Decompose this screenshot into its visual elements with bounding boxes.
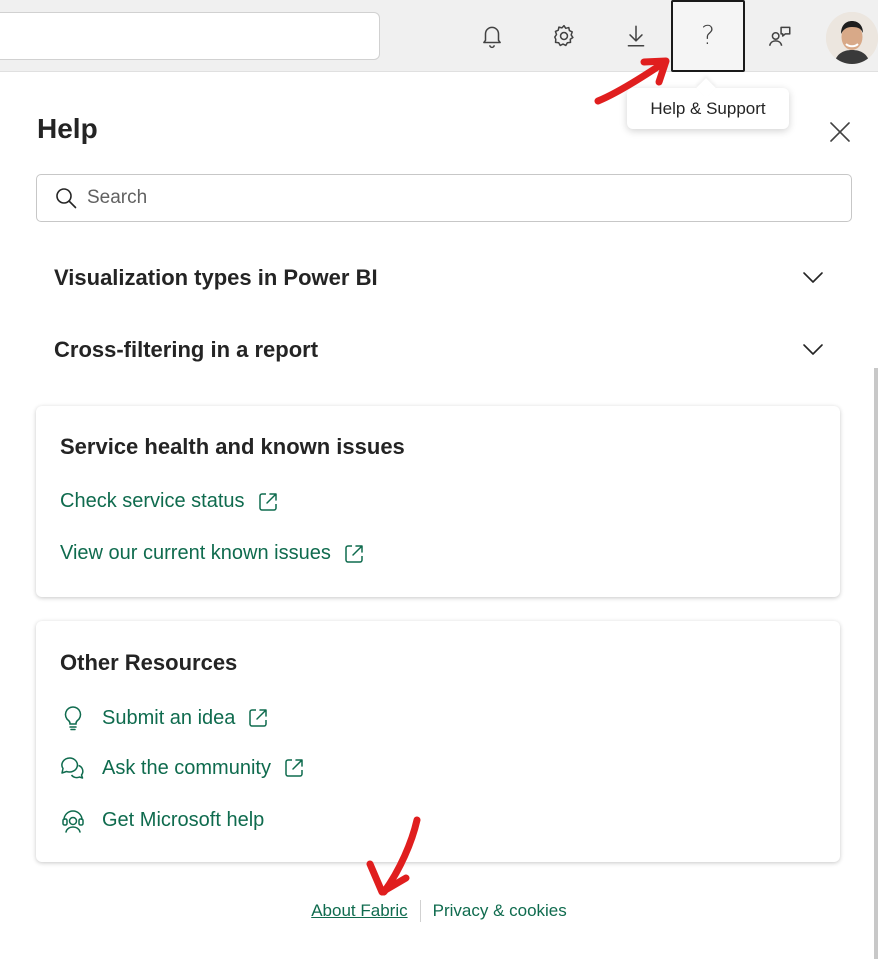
help-search-box[interactable] bbox=[36, 174, 852, 222]
top-bar: ? bbox=[0, 0, 878, 72]
accordion-label: Visualization types in Power BI bbox=[54, 265, 378, 290]
card-title: Other Resources bbox=[60, 650, 238, 675]
help-search-input[interactable] bbox=[87, 187, 787, 209]
service-health-card: Service health and known issues Check se… bbox=[36, 406, 840, 597]
panel-footer: About Fabric Privacy & cookies bbox=[0, 900, 878, 922]
link-label: Submit an idea bbox=[102, 706, 236, 729]
check-service-status-link[interactable]: Check service status bbox=[60, 490, 279, 513]
bell-icon bbox=[483, 26, 501, 49]
panel-scrollbar[interactable] bbox=[874, 368, 878, 959]
link-label: View our current known issues bbox=[60, 542, 331, 564]
share-feedback-icon bbox=[768, 26, 791, 46]
global-search-input[interactable] bbox=[0, 12, 380, 60]
download-icon bbox=[627, 25, 645, 47]
notifications-button[interactable] bbox=[456, 0, 528, 72]
settings-button[interactable] bbox=[528, 0, 600, 72]
ask-community-link[interactable]: Ask the community bbox=[60, 756, 305, 780]
help-support-tooltip: Help & Support bbox=[627, 88, 789, 129]
chevron-down-icon bbox=[803, 272, 823, 283]
close-button[interactable] bbox=[825, 117, 855, 147]
view-known-issues-link[interactable]: View our current known issues bbox=[60, 542, 365, 565]
help-icon: ? bbox=[701, 21, 715, 51]
external-link-icon bbox=[343, 543, 365, 565]
chat-bubbles-icon bbox=[60, 756, 86, 780]
external-link-icon bbox=[283, 757, 305, 779]
card-title: Service health and known issues bbox=[60, 434, 405, 459]
external-link-icon bbox=[247, 707, 269, 729]
avatar[interactable] bbox=[826, 12, 878, 64]
gear-icon bbox=[554, 24, 574, 47]
link-label: Check service status bbox=[60, 490, 245, 512]
chevron-down-icon bbox=[803, 344, 823, 355]
external-link-icon bbox=[257, 491, 279, 513]
privacy-cookies-link[interactable]: Privacy & cookies bbox=[421, 901, 567, 921]
accordion-label: Cross-filtering in a report bbox=[54, 337, 319, 362]
help-button[interactable]: ? bbox=[671, 0, 745, 72]
search-icon bbox=[56, 188, 77, 209]
link-label: Ask the community bbox=[102, 756, 271, 779]
submit-idea-link[interactable]: Submit an idea bbox=[60, 705, 269, 731]
other-resources-card: Other Resources Submit an idea Ask the c… bbox=[36, 621, 840, 862]
download-button[interactable] bbox=[600, 0, 672, 72]
lightbulb-icon bbox=[60, 705, 86, 731]
accordion-visualization-types[interactable]: Visualization types in Power BI bbox=[54, 258, 824, 298]
link-label: Get Microsoft help bbox=[102, 808, 265, 831]
feedback-button[interactable] bbox=[744, 0, 816, 72]
panel-title: Help bbox=[37, 113, 98, 144]
accordion-cross-filtering[interactable]: Cross-filtering in a report bbox=[54, 330, 824, 370]
headset-icon bbox=[60, 807, 86, 833]
avatar-photo-icon bbox=[826, 12, 878, 64]
get-microsoft-help-link[interactable]: Get Microsoft help bbox=[60, 807, 264, 833]
tooltip-text: Help & Support bbox=[650, 98, 766, 118]
about-fabric-link[interactable]: About Fabric bbox=[311, 901, 419, 921]
close-icon bbox=[830, 122, 850, 142]
